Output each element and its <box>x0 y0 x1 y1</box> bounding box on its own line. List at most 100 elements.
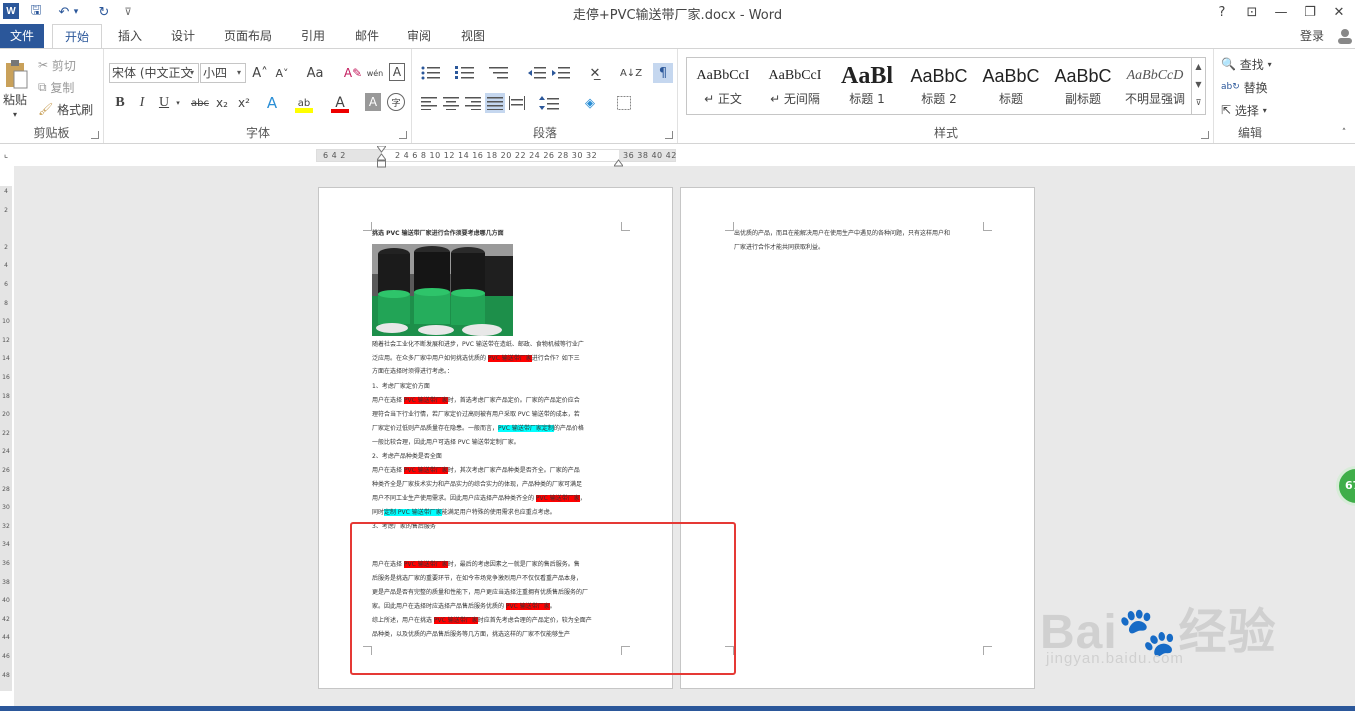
section2-line1[interactable]: 用户在选择 PVC 输送带厂家时，其次考虑厂家产品种类是否齐全。厂家的产品 <box>372 464 580 478</box>
tab-file[interactable]: 文件 <box>0 24 44 48</box>
style-title[interactable]: AaBbC 标题 <box>975 58 1047 114</box>
signin-link[interactable]: 登录 <box>1290 24 1334 48</box>
section2-title[interactable]: 2、考虑产品种类是否全面 <box>372 450 442 464</box>
tab-references[interactable]: 引用 <box>290 24 336 48</box>
character-border-icon[interactable]: A <box>389 63 405 81</box>
superscript-icon[interactable]: x² <box>235 93 253 113</box>
select-button[interactable]: ⇱ 选择 ▾ <box>1221 101 1267 119</box>
close-button[interactable]: ✕ <box>1328 2 1350 22</box>
tab-design[interactable]: 设计 <box>160 24 206 48</box>
text-effects-icon[interactable]: A <box>263 93 281 113</box>
gallery-down-icon[interactable]: ▼ <box>1192 76 1205 94</box>
justify-icon[interactable] <box>485 93 505 113</box>
page1-intro-line2[interactable]: 泛应用。在众多厂家中用户如何挑选优质的 PVC 输送带厂家进行合作？如下三 <box>372 352 580 366</box>
change-case-icon[interactable]: Aa <box>301 63 329 83</box>
borders-icon[interactable] <box>613 93 635 113</box>
page2-line1[interactable]: 出优质的产品，而且在能解决用户在使用生产中遇见的各种问题，只有这样用户和 <box>734 227 950 241</box>
strikethrough-icon[interactable]: abc <box>189 93 211 113</box>
align-center-icon[interactable] <box>441 93 461 113</box>
restore-button[interactable]: ❐ <box>1299 2 1321 22</box>
underline-dropdown-icon[interactable]: ▾ <box>173 93 183 113</box>
show-formatting-marks-icon[interactable]: ¶ <box>653 63 673 83</box>
increase-indent-icon[interactable] <box>551 63 571 83</box>
section1-line1[interactable]: 用户在选择 PVC 输送带厂家时，首选考虑厂家产品定价。厂家的产品定价应合 <box>372 394 580 408</box>
style-no-spacing[interactable]: AaBbCcI ↵ 无间隔 <box>759 58 831 114</box>
align-left-icon[interactable] <box>419 93 439 113</box>
line-spacing-icon[interactable] <box>537 93 561 113</box>
chinese-layout-icon[interactable]: ✕̲ <box>583 63 607 83</box>
section2-line3[interactable]: 用户不同工业生产使用需求。因此用户应选择产品种类齐全的 PVC 输送带厂家， <box>372 492 586 506</box>
indent-markers-icon[interactable] <box>376 145 387 170</box>
paste-dropdown-icon[interactable]: ▾ <box>2 109 28 119</box>
style-heading-1[interactable]: AaBl 标题 1 <box>831 58 903 114</box>
paste-button[interactable]: 粘贴 <box>0 91 30 107</box>
right-indent-marker-icon[interactable] <box>613 156 624 167</box>
page1-heading[interactable]: 挑选 PVC 输送带厂家进行合作须要考虑哪几方面 <box>372 227 504 241</box>
clipboard-launcher-icon[interactable] <box>91 131 99 139</box>
section2-line2[interactable]: 种类齐全是厂家技术实力和产品实力的综合实力的体现，产品种类的厂家可满足 <box>372 478 582 492</box>
section2-line4[interactable]: 同时定制 PVC 输送带厂家能满足用户特殊的使用需求也应重点考虑。 <box>372 506 556 520</box>
grow-font-icon[interactable]: A˄ <box>251 63 269 83</box>
tab-review[interactable]: 审阅 <box>396 24 442 48</box>
tab-view[interactable]: 视图 <box>450 24 496 48</box>
section1-line2[interactable]: 理符合当下行业行情，若厂家定价过高则被有用户采取 PVC 输送带的成本，若 <box>372 408 580 422</box>
style-subtle-emphasis[interactable]: AaBbCcD 不明显强调 <box>1119 58 1191 114</box>
style-subtitle[interactable]: AaBbC 副标题 <box>1047 58 1119 114</box>
distributed-icon[interactable] <box>507 93 527 113</box>
tab-page-layout[interactable]: 页面布局 <box>214 24 282 48</box>
cut-button[interactable]: ✂ 剪切 <box>38 57 76 73</box>
font-name-dropdown-icon[interactable]: ▾ <box>186 64 198 82</box>
page1-intro-line1[interactable]: 随着社会工业化不断发展和进步，PVC 输送带在造纸、邮政、食物机械等行业广 <box>372 338 584 352</box>
styles-launcher-icon[interactable] <box>1201 131 1209 139</box>
multilevel-list-icon[interactable] <box>487 63 511 83</box>
page2-line2[interactable]: 厂家进行合作才能共同获取利益。 <box>734 241 824 255</box>
bold-icon[interactable]: B <box>111 93 129 113</box>
font-name-combo[interactable]: 宋体 (中文正文 ▾ <box>109 63 199 83</box>
font-size-combo[interactable]: 小四 ▾ <box>200 63 246 83</box>
gallery-more-icon[interactable]: ⊽ <box>1192 94 1205 112</box>
font-color-icon[interactable]: A <box>331 93 349 113</box>
user-avatar[interactable] <box>1334 24 1355 48</box>
character-shading-icon[interactable]: A <box>365 93 381 111</box>
highlight-color-icon[interactable]: ab <box>295 93 313 113</box>
collapse-ribbon-icon[interactable]: ˄ <box>1338 127 1350 139</box>
find-button[interactable]: 🔍 查找 ▾ <box>1221 55 1272 73</box>
enclose-characters-icon[interactable]: 字 <box>387 93 405 111</box>
section1-line3[interactable]: 厂家定价过低则产品质量存在隐患。一般而言，PVC 输送带厂家定制的产品价格 <box>372 422 584 436</box>
decrease-indent-icon[interactable] <box>527 63 547 83</box>
align-right-icon[interactable] <box>463 93 483 113</box>
gallery-up-icon[interactable]: ▲ <box>1192 58 1205 76</box>
ribbon-display-options-button[interactable]: ⊡ <box>1241 2 1263 22</box>
conveyor-belt-photo[interactable] <box>372 244 513 336</box>
paragraph-launcher-icon[interactable] <box>665 131 673 139</box>
font-launcher-icon[interactable] <box>399 131 407 139</box>
styles-gallery-scroll[interactable]: ▲ ▼ ⊽ <box>1192 57 1206 115</box>
page1-intro-line3[interactable]: 方面在选择时须得进行考虑。： <box>372 365 453 379</box>
subscript-icon[interactable]: x₂ <box>213 93 231 113</box>
bullets-icon[interactable] <box>419 63 443 83</box>
paragraph-shading-icon[interactable]: ◈ <box>579 93 601 113</box>
vertical-ruler[interactable]: 4 2 2 4 6 8 10 12 14 16 18 20 22 24 26 28 30 32 34 36 38 40 42… <box>0 186 12 691</box>
underline-icon[interactable]: U <box>155 93 173 113</box>
tab-selector-icon[interactable]: ⌞ <box>0 148 12 162</box>
minimize-button[interactable]: — <box>1270 2 1292 22</box>
section1-title[interactable]: 1、考虑厂家定价方面 <box>372 380 430 394</box>
tab-home[interactable]: 开始 <box>52 24 102 49</box>
font-size-dropdown-icon[interactable]: ▾ <box>233 64 245 82</box>
shrink-font-icon[interactable]: A˅ <box>273 63 291 83</box>
tab-insert[interactable]: 插入 <box>108 24 152 48</box>
replace-button[interactable]: ab↻ 替换 <box>1221 78 1268 96</box>
sort-icon[interactable]: A↓Z <box>620 63 642 83</box>
style-heading-2[interactable]: AaBbC 标题 2 <box>903 58 975 114</box>
format-painter-button[interactable]: 🖌 格式刷 <box>38 101 93 117</box>
help-button[interactable]: ? <box>1211 2 1233 22</box>
paste-icon[interactable] <box>2 57 30 93</box>
phonetic-guide-icon[interactable]: wén <box>365 63 385 83</box>
tab-mailings[interactable]: 邮件 <box>344 24 390 48</box>
italic-icon[interactable]: I <box>133 93 151 113</box>
clear-formatting-icon[interactable]: A✎ <box>343 63 363 83</box>
numbering-icon[interactable] <box>453 63 477 83</box>
copy-button[interactable]: ⧉ 复制 <box>38 79 74 95</box>
section1-line4[interactable]: 一般比较合理，因此用户可选择 PVC 输送带定制厂家。 <box>372 436 520 450</box>
style-normal[interactable]: AaBbCcI ↵ 正文 <box>687 58 759 114</box>
